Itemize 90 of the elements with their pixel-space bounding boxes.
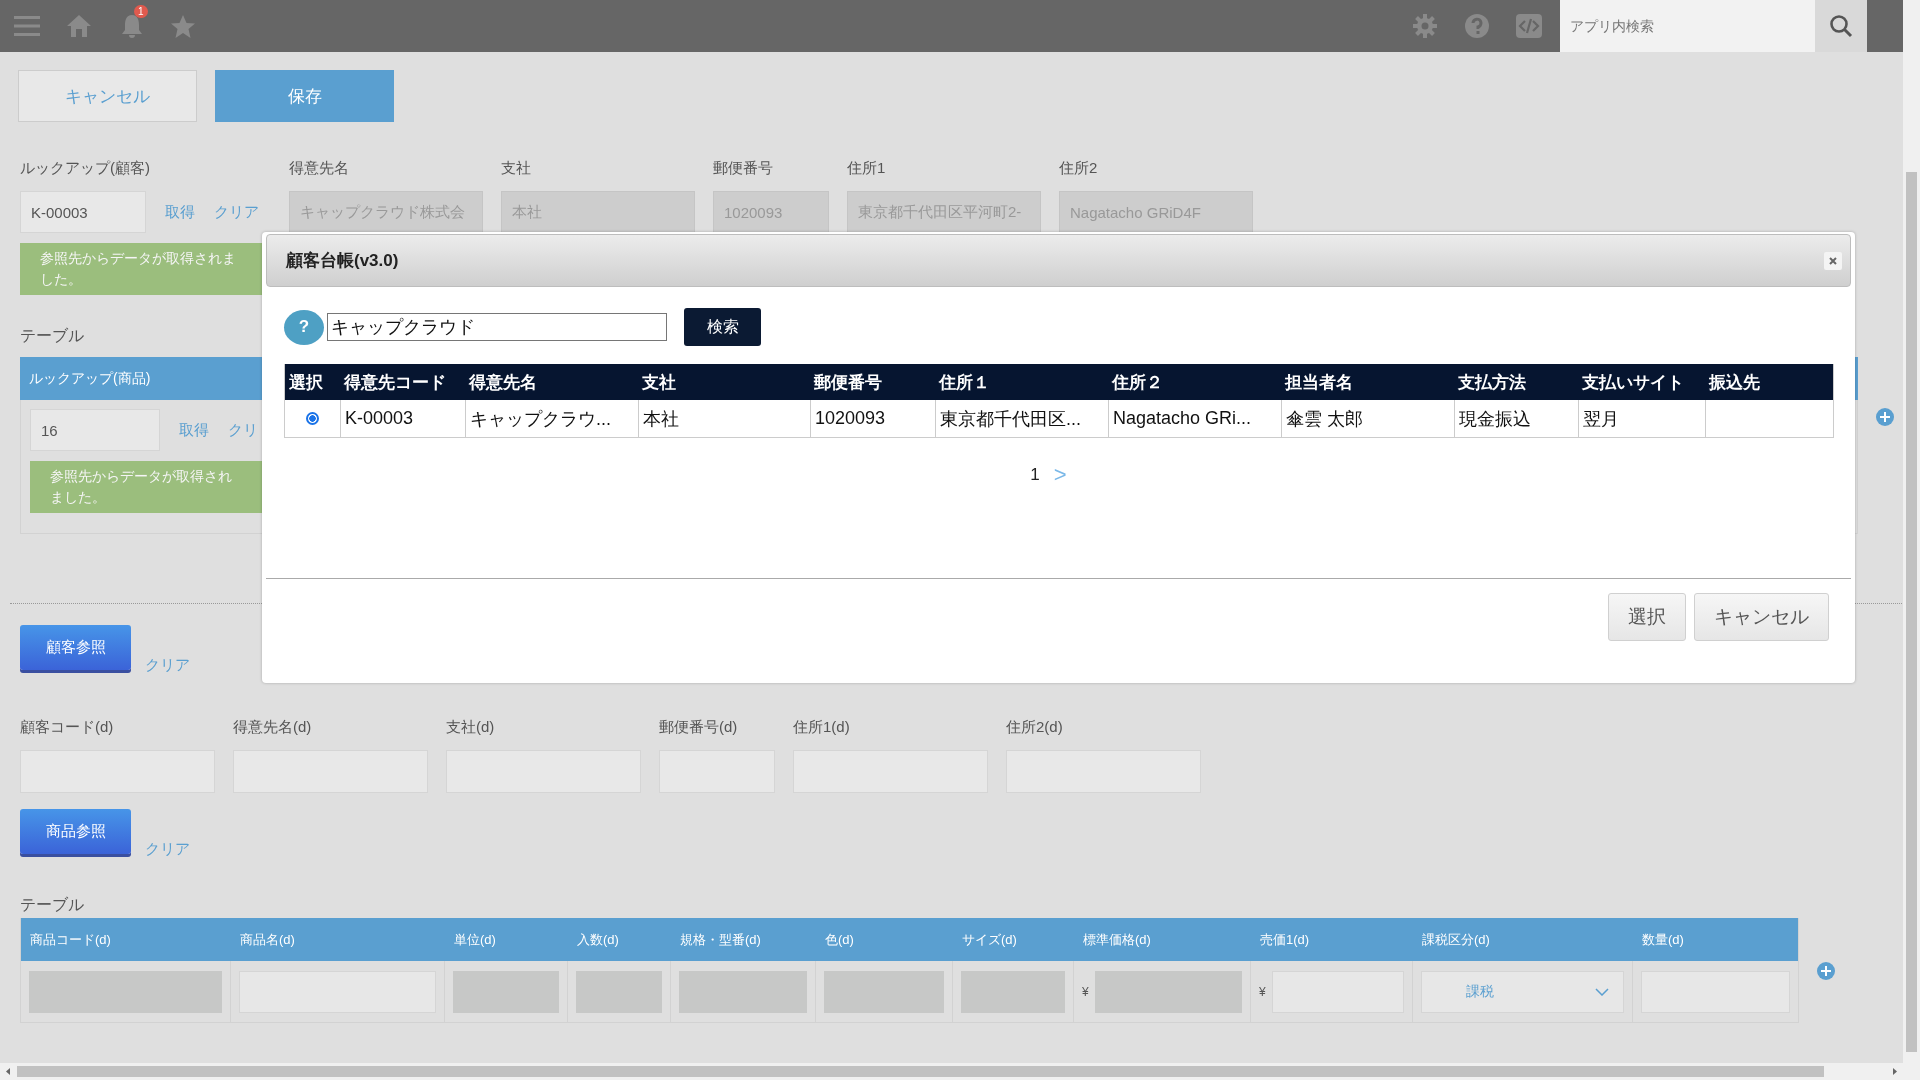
field-label: 郵便番号(d) (659, 718, 739, 737)
section-title: テーブル (20, 895, 84, 915)
column-header: 担当者名 (1283, 371, 1354, 394)
help-badge[interactable]: ? (284, 309, 324, 345)
table-cell: 1020093 (815, 408, 886, 429)
column-header: 課税区分(d) (1421, 930, 1491, 949)
column-header: 商品名(d) (239, 930, 296, 949)
section-title: テーブル (20, 326, 84, 346)
field-label: 住所1(d) (793, 718, 851, 737)
star-icon[interactable] (170, 13, 196, 39)
next-page-link[interactable]: > (1053, 462, 1067, 488)
settings-icon[interactable] (1412, 13, 1438, 39)
close-icon (1829, 256, 1837, 265)
column-header: 支払いサイト (1581, 371, 1685, 394)
success-message: 参照先からデータが取得されました。 (30, 461, 262, 513)
column-header: 規格・型番(d) (679, 930, 762, 949)
column-header: 入数(d) (576, 930, 620, 949)
column-header: 選択 (288, 371, 324, 394)
radio-button[interactable] (306, 412, 319, 425)
field-label: 住所2(d) (1006, 718, 1064, 737)
currency-sign: ¥ (1082, 984, 1089, 999)
reference-button[interactable]: 顧客参照 (20, 625, 131, 670)
help-icon[interactable] (1464, 13, 1490, 39)
horizontal-scrollbar[interactable] (0, 1063, 1903, 1080)
field-label: 支社(d) (446, 718, 496, 737)
lookup-link[interactable]: 取得 (179, 420, 209, 440)
column-header: 得意先コード (343, 371, 447, 394)
column-header: 振込先 (1707, 371, 1761, 394)
search-icon (1829, 14, 1853, 38)
vertical-scrollbar[interactable] (1903, 0, 1920, 1080)
action-button[interactable]: 保存 (215, 70, 394, 122)
column-header: 住所２ (1111, 371, 1164, 394)
notification-badge: 1 (134, 5, 148, 18)
lookup-field[interactable]: K-00003 (20, 191, 146, 233)
clear-link[interactable]: クリア (145, 656, 190, 675)
table-cell-text: 東京都千代田区... (940, 407, 1081, 431)
code-icon[interactable] (1516, 14, 1542, 38)
column-header: 得意先名 (468, 371, 538, 394)
column-header: 支払方法 (1457, 371, 1527, 394)
field-label: 顧客コード(d) (20, 718, 115, 737)
column-header: 支社 (641, 371, 677, 394)
tax-select[interactable]: 課税 (1421, 970, 1624, 1013)
column-header: 住所１ (938, 371, 991, 394)
lookup-field[interactable]: 16 (30, 409, 160, 451)
menu-icon[interactable] (14, 15, 40, 37)
search-field[interactable]: キャップクラウド (327, 313, 667, 341)
table-cell-text: 翌月 (1583, 407, 1619, 431)
search-field[interactable]: アプリ内検索 (1560, 0, 1815, 52)
column-header: 標準価格(d) (1082, 930, 1152, 949)
search-button[interactable]: 検索 (684, 308, 761, 346)
column-header: 売価1(d) (1259, 930, 1311, 949)
field-label: 得意先名(d) (233, 718, 313, 737)
page-number[interactable]: 1 (1030, 465, 1040, 485)
dialog-button[interactable]: キャンセル (1694, 593, 1829, 641)
field-label: 郵便番号 (713, 159, 774, 178)
table-cell-text: キャップクラウ... (470, 407, 611, 431)
clear-link[interactable]: クリア (145, 840, 190, 859)
column-header: ルックアップ(商品) (29, 369, 151, 388)
dialog-button[interactable]: 選択 (1608, 593, 1686, 641)
chevron-down-icon (1595, 987, 1609, 996)
table-cell: K-00003 (345, 408, 414, 429)
column-header: 商品コード(d) (29, 930, 112, 949)
currency-sign: ¥ (1259, 984, 1266, 999)
table-cell-text: 現金振込 (1459, 407, 1531, 431)
field-label: 得意先名 (289, 159, 350, 178)
lookup-link[interactable]: 取得 (165, 202, 195, 222)
add-row-icon[interactable] (1876, 408, 1894, 426)
success-message: 参照先からデータが取得されました。 (20, 243, 262, 295)
search-button[interactable] (1815, 0, 1867, 52)
table-cell-text: 本社 (643, 407, 679, 431)
lookup-link[interactable]: クリ (228, 420, 258, 440)
column-header: 郵便番号 (813, 371, 883, 394)
field-label: ルックアップ(顧客) (20, 159, 151, 178)
bell-icon[interactable] (120, 13, 144, 39)
home-icon[interactable] (66, 14, 92, 38)
action-button[interactable]: キャンセル (18, 70, 197, 122)
field-label: 支社 (501, 159, 532, 178)
lookup-link[interactable]: クリア (214, 202, 259, 222)
column-header: 色(d) (824, 930, 855, 949)
column-header: 単位(d) (453, 930, 497, 949)
dialog-title: 顧客台帳(v3.0) (286, 250, 399, 272)
reference-button[interactable]: 商品参照 (20, 809, 131, 854)
field-label: 住所2 (1059, 159, 1099, 178)
add-row-icon[interactable] (1817, 961, 1835, 980)
table-cell-text: 傘雲 太郎 (1286, 407, 1363, 431)
column-header: 数量(d) (1641, 930, 1685, 949)
field-label: 住所1 (847, 159, 887, 178)
table-cell: Nagatacho GRi... (1113, 408, 1252, 429)
column-header: サイズ(d) (961, 930, 1018, 949)
close-button[interactable] (1824, 251, 1842, 270)
